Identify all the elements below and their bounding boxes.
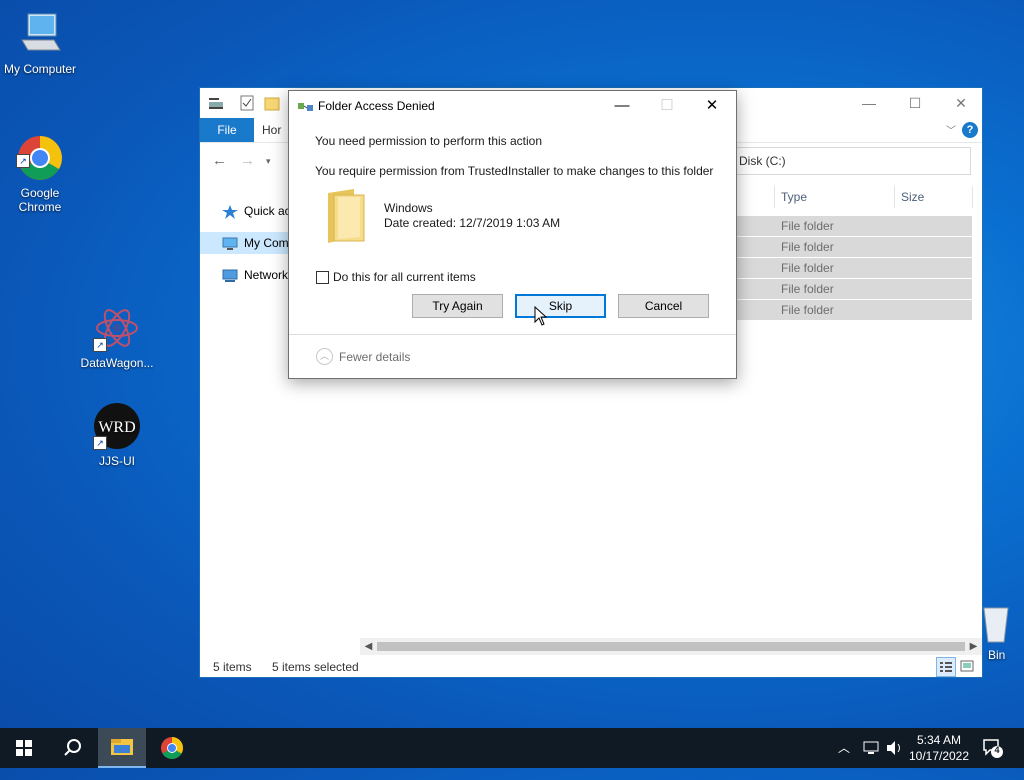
column-separator[interactable] [972, 186, 973, 208]
recent-locations-icon[interactable]: ▾ [266, 156, 271, 167]
status-bar: 5 items 5 items selected [200, 656, 982, 678]
chrome-icon: ↗ [16, 120, 64, 180]
table-row[interactable]: File folder [737, 300, 972, 320]
horizontal-scrollbar[interactable]: ◀ ▶ [360, 638, 982, 655]
start-button[interactable] [0, 728, 48, 768]
close-button[interactable]: ✕ [938, 88, 984, 118]
table-row[interactable]: File folder [737, 279, 972, 299]
nav-item-my-computer[interactable]: My Com [200, 232, 300, 254]
datawagon-icon: ↗ [93, 304, 141, 352]
scrollbar-thumb[interactable] [377, 642, 965, 651]
dialog-app-icon [298, 101, 314, 116]
desktop-icon-label: Google Chrome [18, 186, 62, 214]
explorer-app-icon [208, 95, 224, 111]
properties-icon[interactable] [240, 95, 254, 111]
maximize-button[interactable]: ☐ [892, 88, 938, 118]
file-explorer-taskbar-button[interactable] [98, 728, 146, 768]
try-again-button[interactable]: Try Again [412, 294, 503, 318]
desktop-icon-label: My Computer [3, 62, 77, 76]
tab-file[interactable]: File [200, 118, 254, 142]
desktop-icon-label: JJS-UI [99, 454, 135, 468]
desktop-icon-datawagon[interactable]: ↗ DataWagon... [77, 304, 157, 370]
close-button[interactable]: ✕ [690, 91, 734, 121]
computer-icon [16, 10, 64, 58]
dialog-title: Folder Access Denied [318, 99, 435, 113]
desktop-icon-label: Bin [988, 648, 1006, 662]
large-icons-view-icon[interactable] [958, 657, 978, 677]
clock-time: 5:34 AM [916, 733, 962, 747]
details-view-icon[interactable] [936, 657, 956, 677]
svg-text:WRD: WRD [98, 419, 135, 436]
forward-arrow-icon[interactable]: → [240, 152, 255, 169]
selection-count: 5 items selected [272, 660, 359, 674]
column-separator[interactable] [774, 186, 775, 208]
chrome-icon[interactable] [148, 728, 196, 768]
folder-access-denied-dialog[interactable]: Folder Access Denied ― ☐ ✕ You need perm… [288, 90, 737, 379]
clock-date: 10/17/2022 [908, 749, 970, 763]
new-folder-icon[interactable] [264, 95, 280, 111]
tab-home[interactable]: Hor [262, 118, 281, 142]
folder-icon [324, 187, 368, 245]
system-clock[interactable]: 5:34 AM 10/17/2022 [902, 732, 976, 764]
item-date-created: Date created: 12/7/2019 1:03 AM [384, 216, 561, 230]
skip-button[interactable]: Skip [515, 294, 606, 318]
chevron-down-icon[interactable]: ﹀ [946, 122, 956, 137]
star-icon [222, 204, 238, 219]
shortcut-arrow-icon: ↗ [16, 154, 30, 168]
recycle-bin-icon [980, 604, 1010, 644]
action-center-icon[interactable]: 4 [982, 738, 1004, 778]
taskbar: ︿ 5:34 AM 10/17/2022 4 [0, 728, 1024, 768]
dialog-message: You require permission from TrustedInsta… [315, 164, 714, 178]
column-header-size[interactable]: Size [901, 188, 924, 208]
shortcut-arrow-icon: ↗ [93, 338, 107, 352]
item-name: Windows [384, 201, 433, 215]
address-bar[interactable]: Disk (C:) [736, 147, 971, 175]
network-icon[interactable] [862, 740, 880, 780]
navigation-pane: Quick ac My Com Network [200, 188, 300, 628]
table-row[interactable]: File folder [737, 237, 972, 257]
notification-count-badge: 4 [994, 745, 1000, 755]
nav-item-network[interactable]: Network [200, 264, 300, 286]
table-row[interactable]: File folder [737, 216, 972, 236]
chevron-up-icon[interactable]: ︿ [316, 348, 333, 365]
computer-icon [222, 236, 238, 250]
desktop-icon-google-chrome[interactable]: ↗ Google Chrome [0, 106, 80, 214]
column-separator[interactable] [894, 186, 895, 208]
divider [289, 334, 736, 335]
search-icon[interactable] [48, 728, 96, 768]
shortcut-arrow-icon: ↗ [93, 436, 107, 450]
network-icon [222, 268, 238, 282]
minimize-button[interactable]: ― [600, 91, 644, 121]
item-count: 5 items [213, 660, 252, 674]
mouse-cursor-icon [534, 305, 548, 329]
dialog-heading: You need permission to perform this acti… [315, 134, 543, 148]
table-row[interactable]: File folder [737, 258, 972, 278]
desktop-icon-label: DataWagon... [80, 356, 154, 370]
column-header-type[interactable]: Type [781, 188, 807, 208]
show-hidden-icons-icon[interactable]: ︿ [838, 728, 850, 768]
back-arrow-icon[interactable]: ← [212, 152, 227, 169]
scroll-right-icon[interactable]: ▶ [965, 638, 982, 655]
fewer-details-link[interactable]: Fewer details [339, 350, 410, 364]
maximize-button: ☐ [660, 97, 674, 114]
jjs-ui-icon: WRD ↗ [93, 402, 141, 450]
desktop-icon-jjs-ui[interactable]: WRD ↗ JJS-UI [77, 402, 157, 468]
apply-to-all-checkbox[interactable] [316, 271, 329, 284]
file-list: File folder File folder File folder File… [737, 216, 972, 321]
help-icon[interactable]: ? [962, 122, 978, 138]
scroll-left-icon[interactable]: ◀ [360, 638, 377, 655]
cancel-button[interactable]: Cancel [618, 294, 709, 318]
nav-item-quick-access[interactable]: Quick ac [200, 200, 300, 222]
minimize-button[interactable]: ― [846, 88, 892, 118]
apply-to-all-label[interactable]: Do this for all current items [333, 270, 476, 284]
desktop-icon-my-computer[interactable]: My Computer [0, 10, 80, 76]
